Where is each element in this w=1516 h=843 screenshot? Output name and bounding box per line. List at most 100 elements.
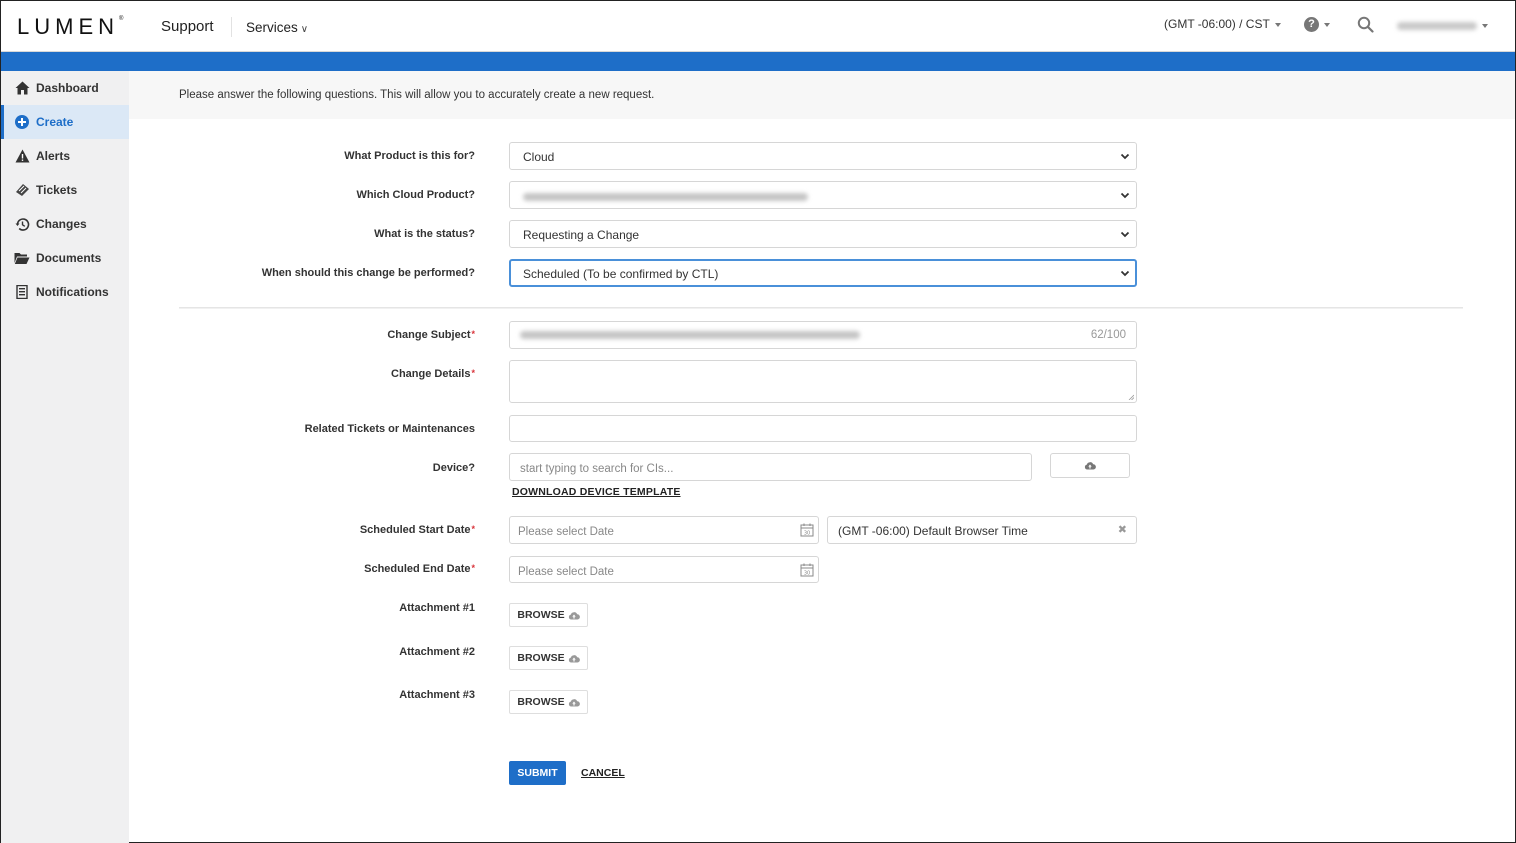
required-marker: * xyxy=(471,563,475,573)
sidebar-item-label: Documents xyxy=(36,251,102,265)
svg-text:30: 30 xyxy=(804,570,810,576)
cloud-upload-icon xyxy=(568,698,580,706)
status-select-value: Requesting a Change xyxy=(523,228,640,242)
end-date-input[interactable]: Please select Date 30 xyxy=(509,556,819,583)
nav-divider xyxy=(231,17,232,37)
end-date-label-text: Scheduled End Date xyxy=(364,563,471,575)
attachment-3-label: Attachment #3 xyxy=(399,689,475,701)
sidebar-item-label: Dashboard xyxy=(36,81,99,95)
intro-text: Please answer the following questions. T… xyxy=(179,89,655,101)
related-label: Related Tickets or Maintenances xyxy=(304,423,475,435)
product-label: What Product is this for? xyxy=(344,150,475,162)
device-search-placeholder: start typing to search for CIs... xyxy=(520,463,674,475)
attachment-2-label: Attachment #2 xyxy=(399,646,475,658)
product-select-value: Cloud xyxy=(523,150,555,164)
submit-button[interactable]: SUBMIT xyxy=(509,761,566,785)
clear-icon[interactable]: ✖ xyxy=(1118,523,1127,536)
required-marker: * xyxy=(471,524,475,534)
logo-registered-mark: ® xyxy=(119,16,124,22)
device-search-input[interactable]: start typing to search for CIs... xyxy=(509,453,1032,481)
browse-label: BROWSE xyxy=(517,652,565,664)
subject-label: Change Subject* xyxy=(387,329,475,341)
nav-support[interactable]: Support xyxy=(161,18,214,35)
details-textarea[interactable] xyxy=(509,360,1137,403)
chevron-down-icon: ∨ xyxy=(300,24,309,35)
search-icon[interactable] xyxy=(1357,16,1374,33)
user-name-redacted xyxy=(1397,21,1477,30)
caret-down-icon xyxy=(1482,23,1488,28)
start-date-label: Scheduled Start Date* xyxy=(360,524,475,536)
sidebar-item-label: Tickets xyxy=(36,183,78,197)
caret-down-icon xyxy=(1324,22,1330,27)
attachment-2-browse-button[interactable]: BROWSE xyxy=(509,646,588,670)
sidebar-item-alerts[interactable]: Alerts xyxy=(1,139,129,173)
sidebar-item-dashboard[interactable]: Dashboard xyxy=(1,71,129,105)
brand-bar xyxy=(1,52,1515,71)
device-label: Device? xyxy=(432,462,475,474)
download-device-template-link[interactable]: DOWNLOAD DEVICE TEMPLATE xyxy=(512,486,681,498)
sidebar-item-label: Notifications xyxy=(36,285,109,299)
subject-input[interactable]: 62/100 xyxy=(509,321,1137,349)
resize-handle-icon[interactable] xyxy=(1128,394,1134,400)
top-navbar: LUMEN® Support Services ∨ (GMT -06:00) / … xyxy=(1,1,1515,52)
history-icon xyxy=(14,216,30,232)
lumen-logo[interactable]: LUMEN® xyxy=(17,14,123,40)
question-circle-icon: ? xyxy=(1304,17,1319,33)
warning-icon xyxy=(14,148,30,164)
browse-label: BROWSE xyxy=(517,696,565,708)
timezone-select-value: (GMT -06:00) Default Browser Time xyxy=(838,524,1028,538)
chevron-down-icon xyxy=(1120,192,1130,199)
related-input[interactable] xyxy=(509,415,1137,442)
device-upload-button[interactable] xyxy=(1050,453,1130,478)
sidebar-item-changes[interactable]: Changes xyxy=(1,207,129,241)
end-date-placeholder: Please select Date xyxy=(518,566,614,578)
sidebar-item-tickets[interactable]: Tickets xyxy=(1,173,129,207)
logo-text: LUMEN xyxy=(17,14,120,39)
sidebar-item-label: Alerts xyxy=(36,149,71,163)
cloud-upload-icon xyxy=(568,654,580,662)
nav-services-dropdown[interactable]: Services ∨ xyxy=(246,20,308,35)
sidebar-item-documents[interactable]: Documents xyxy=(1,241,129,275)
timezone-label: (GMT -06:00) / CST xyxy=(1164,17,1270,31)
product-select[interactable]: Cloud xyxy=(509,142,1137,170)
end-date-label: Scheduled End Date* xyxy=(364,563,475,575)
required-marker: * xyxy=(471,329,475,339)
sidebar-item-create[interactable]: Create xyxy=(1,105,129,139)
when-select[interactable]: Scheduled (To be confirmed by CTL) xyxy=(509,259,1137,287)
timezone-dropdown[interactable]: (GMT -06:00) / CST xyxy=(1164,17,1281,31)
details-label-text: Change Details xyxy=(391,368,471,380)
section-divider xyxy=(179,307,1463,309)
start-date-label-text: Scheduled Start Date xyxy=(359,524,471,536)
when-select-value: Scheduled (To be confirmed by CTL) xyxy=(523,267,719,281)
ticket-icon xyxy=(14,182,30,198)
attachment-1-browse-button[interactable]: BROWSE xyxy=(509,603,588,627)
plus-circle-icon xyxy=(14,114,30,130)
user-menu-dropdown[interactable] xyxy=(1397,17,1488,35)
caret-down-icon xyxy=(1274,22,1281,27)
start-date-input[interactable]: Please select Date 30 xyxy=(509,516,819,544)
timezone-select[interactable]: (GMT -06:00) Default Browser Time ✖ xyxy=(827,516,1137,544)
when-label: When should this change be performed? xyxy=(261,267,475,279)
browse-label: BROWSE xyxy=(517,609,565,621)
subject-value-redacted xyxy=(520,331,860,339)
cloud-upload-icon xyxy=(1084,462,1096,470)
help-dropdown[interactable]: ? xyxy=(1304,16,1330,34)
svg-text:30: 30 xyxy=(804,530,810,536)
cloud-upload-icon xyxy=(568,611,580,619)
chevron-down-icon xyxy=(1120,153,1130,160)
home-icon xyxy=(14,80,30,96)
required-marker: * xyxy=(471,368,475,378)
sidebar-item-label: Create xyxy=(36,115,74,129)
status-label: What is the status? xyxy=(374,228,475,240)
calendar-icon[interactable]: 30 xyxy=(800,563,814,577)
sidebar-item-notifications[interactable]: Notifications xyxy=(1,275,129,309)
subject-char-counter: 62/100 xyxy=(1090,329,1126,341)
cloud-product-select[interactable] xyxy=(509,181,1137,209)
intro-banner: Please answer the following questions. T… xyxy=(129,71,1515,119)
attachment-3-browse-button[interactable]: BROWSE xyxy=(509,690,588,714)
cancel-link[interactable]: CANCEL xyxy=(581,767,625,779)
status-select[interactable]: Requesting a Change xyxy=(509,220,1137,248)
start-date-placeholder: Please select Date xyxy=(518,526,614,538)
calendar-icon[interactable]: 30 xyxy=(800,523,814,537)
chevron-down-icon xyxy=(1120,231,1130,238)
